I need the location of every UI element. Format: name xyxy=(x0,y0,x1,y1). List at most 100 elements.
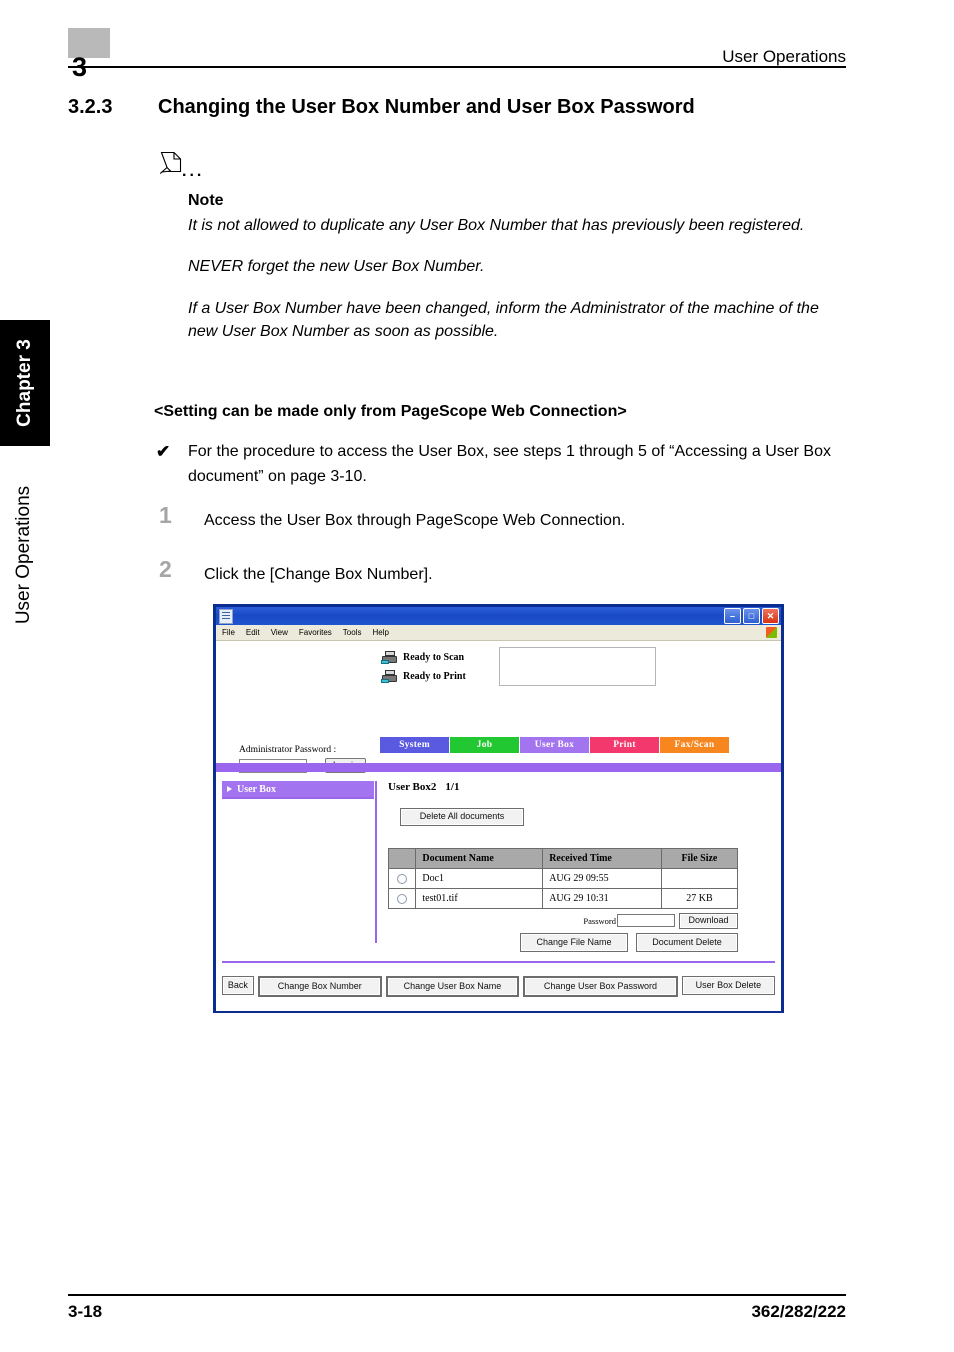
close-button[interactable]: ✕ xyxy=(762,608,779,624)
note-paragraph-1: It is not allowed to duplicate any User … xyxy=(188,216,805,234)
browser-menubar: File Edit View Favorites Tools Help xyxy=(216,625,781,641)
radio-button-icon[interactable] xyxy=(397,893,408,904)
status-print: Ready to Print xyxy=(381,667,481,686)
side-section-label: User Operations xyxy=(13,485,34,625)
document-delete-button[interactable]: Document Delete xyxy=(636,932,738,952)
back-button[interactable]: Back xyxy=(222,976,254,995)
document-icon xyxy=(219,608,233,624)
browser-window-screenshot: – □ ✕ File Edit View Favorites Tools Hel… xyxy=(213,604,784,1013)
sidebar: User Box xyxy=(222,781,377,943)
menu-item-help[interactable]: Help xyxy=(372,628,388,637)
download-button[interactable]: Download xyxy=(679,912,738,929)
radio-button-icon[interactable] xyxy=(397,873,408,884)
status-print-label: Ready to Print xyxy=(403,671,466,682)
document-action-row: Change File Name Document Delete xyxy=(388,932,738,952)
main-pane: User Box2 1/1 Delete All documents Docume… xyxy=(387,781,775,952)
menu-item-edit[interactable]: Edit xyxy=(246,628,260,637)
column-document-name: Document Name xyxy=(415,847,544,869)
cross-reference-text: For the procedure to access the User Box… xyxy=(188,443,831,485)
window-controls: – □ ✕ xyxy=(724,608,779,624)
document-password-input[interactable] xyxy=(617,914,675,928)
table-row[interactable]: Doc1 AUG 29 09:55 xyxy=(387,867,739,889)
table-row[interactable]: test01.tif AUG 29 10:31 27 KB xyxy=(387,887,739,909)
page-header: 3 User Operations xyxy=(68,28,846,81)
nav-tabs: System Job User Box Print Fax/Scan xyxy=(380,737,730,753)
menu-item-file[interactable]: File xyxy=(222,628,235,637)
running-title: User Operations xyxy=(722,47,846,66)
maximize-button[interactable]: □ xyxy=(743,608,760,624)
cell-file-size: 27 KB xyxy=(660,887,739,909)
user-box-name: User Box2 xyxy=(388,781,437,793)
change-box-number-button[interactable]: Change Box Number xyxy=(257,976,382,997)
accent-bar xyxy=(216,763,781,772)
procedure-step: 2 Click the [Change Box Number]. xyxy=(154,558,854,586)
row-radio-cell[interactable] xyxy=(387,887,417,909)
menu-item-tools[interactable]: Tools xyxy=(343,628,362,637)
column-received-time: Received Time xyxy=(542,847,662,869)
note-paragraph-3: If a User Box Number have been changed, … xyxy=(188,299,819,341)
step-number: 2 xyxy=(159,556,172,582)
minimize-button[interactable]: – xyxy=(724,608,741,624)
printer-icon xyxy=(381,670,398,683)
note-paragraph-2: NEVER forget the new User Box Number. xyxy=(188,258,485,276)
user-box-title: User Box2 1/1 xyxy=(388,781,775,793)
pencil-icon xyxy=(159,151,182,175)
change-user-box-password-button[interactable]: Change User Box Password xyxy=(523,976,678,997)
step-text: Access the User Box through PageScope We… xyxy=(204,512,626,529)
window-bottom-border xyxy=(216,1011,781,1013)
note-label: Note xyxy=(188,192,224,209)
browser-viewport: Ready to Scan Ready to Print Administrat… xyxy=(216,641,781,1013)
windows-logo-icon xyxy=(766,627,777,638)
tab-system[interactable]: System xyxy=(380,737,449,753)
browser-titlebar: – □ ✕ xyxy=(216,607,781,625)
section-number: 3.2.3 xyxy=(68,96,113,118)
section-title: Changing the User Box Number and User Bo… xyxy=(158,96,695,118)
column-select xyxy=(387,847,417,869)
change-file-name-button[interactable]: Change File Name xyxy=(520,932,628,952)
chevron-right-icon xyxy=(227,786,232,792)
footer-rule xyxy=(68,1294,846,1296)
row-radio-cell[interactable] xyxy=(387,867,417,889)
change-user-box-name-button[interactable]: Change User Box Name xyxy=(385,976,520,997)
document-password-row: Password Download xyxy=(388,912,738,929)
step-text: Click the [Change Box Number]. xyxy=(204,566,433,583)
cell-file-size xyxy=(660,867,739,889)
tab-job[interactable]: Job xyxy=(450,737,519,753)
status-scan-label: Ready to Scan xyxy=(403,652,465,663)
documents-table: Document Name Received Time File Size Do… xyxy=(387,847,739,909)
model-numbers: 362/282/222 xyxy=(751,1302,846,1321)
user-box-delete-button[interactable]: User Box Delete xyxy=(681,976,775,995)
menu-item-favorites[interactable]: Favorites xyxy=(299,628,332,637)
tab-user-box[interactable]: User Box xyxy=(520,737,589,753)
menu-item-view[interactable]: View xyxy=(271,628,288,637)
cell-received-time: AUG 29 10:31 xyxy=(542,887,662,909)
section-heading: 3.2.3 Changing the User Box Number and Us… xyxy=(68,96,858,119)
cell-received-time: AUG 29 09:55 xyxy=(542,867,662,889)
cell-document-name: Doc1 xyxy=(415,867,544,889)
page-action-buttons: Back Change Box Number Change User Box N… xyxy=(222,976,775,997)
note-body: Note It is not allowed to duplicate any … xyxy=(188,190,852,344)
administrator-password-label: Administrator Password : xyxy=(239,745,337,755)
footer-accent-line xyxy=(222,961,775,963)
table-header-row: Document Name Received Time File Size xyxy=(387,847,739,869)
setting-availability-heading: <Setting can be made only from PageScope… xyxy=(154,403,627,420)
step-number: 1 xyxy=(159,502,172,528)
status-scan: Ready to Scan xyxy=(381,648,481,667)
checkmark-icon: ✔ xyxy=(156,442,171,461)
chapter-thumb-label: Chapter 3 xyxy=(14,339,35,427)
page-number: 3-18 xyxy=(68,1302,103,1321)
column-file-size: File Size xyxy=(660,847,739,869)
device-status-block: Ready to Scan Ready to Print xyxy=(381,648,481,686)
header-rule xyxy=(68,66,846,68)
password-label: Password xyxy=(583,915,616,926)
tab-print[interactable]: Print xyxy=(590,737,659,753)
tab-fax-scan[interactable]: Fax/Scan xyxy=(660,737,729,753)
delete-all-documents-button[interactable]: Delete All documents xyxy=(400,807,524,826)
procedure-step: 1 Access the User Box through PageScope … xyxy=(154,504,854,532)
cell-document-name: test01.tif xyxy=(415,887,544,909)
cross-reference-item: ✔ For the procedure to access the User B… xyxy=(154,440,854,490)
chapter-thumb-tab: Chapter 3 xyxy=(0,320,50,446)
scanner-icon xyxy=(381,651,398,664)
sidebar-item-user-box[interactable]: User Box xyxy=(222,781,374,799)
sidebar-item-label: User Box xyxy=(237,783,276,795)
